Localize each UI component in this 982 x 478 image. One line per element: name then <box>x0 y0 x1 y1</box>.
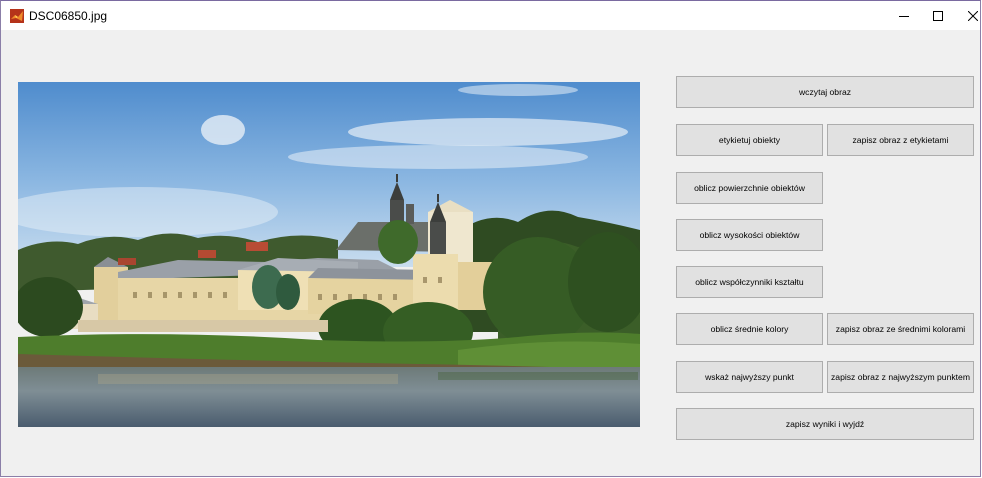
show-highest-point-button[interactable]: wskaż najwyższy punkt <box>676 361 823 393</box>
title-bar: DSC06850.jpg <box>1 1 980 30</box>
compute-height-button[interactable]: oblicz wysokości obiektów <box>676 219 823 251</box>
save-highest-point-image-button[interactable]: zapisz obraz z najwyższym punktem <box>827 361 974 393</box>
save-labeled-image-button[interactable]: zapisz obraz z etykietami <box>827 124 974 156</box>
save-mean-colors-image-button[interactable]: zapisz obraz ze średnimi kolorami <box>827 313 974 345</box>
app-window: DSC06850.jpg wczytaj obraz etykietuj obi… <box>0 0 981 477</box>
minimize-button[interactable] <box>887 1 921 30</box>
compute-shape-factors-button[interactable]: oblicz współczynniki kształtu <box>676 266 823 298</box>
photo-monastery-by-river <box>18 82 640 427</box>
compute-area-button[interactable]: oblicz powierzchnie obiektów <box>676 172 823 204</box>
compute-mean-colors-button[interactable]: oblicz średnie kolory <box>676 313 823 345</box>
image-preview <box>18 82 640 427</box>
save-results-exit-button[interactable]: zapisz wyniki i wyjdź <box>676 408 974 440</box>
maximize-button[interactable] <box>921 1 955 30</box>
maximize-icon <box>933 10 943 21</box>
window-title: DSC06850.jpg <box>29 9 108 23</box>
minimize-icon <box>899 15 909 17</box>
load-image-button[interactable]: wczytaj obraz <box>676 76 974 108</box>
close-icon <box>968 10 978 21</box>
close-button[interactable] <box>956 1 982 30</box>
label-objects-button[interactable]: etykietuj obiekty <box>676 124 823 156</box>
matlab-icon <box>10 9 24 23</box>
